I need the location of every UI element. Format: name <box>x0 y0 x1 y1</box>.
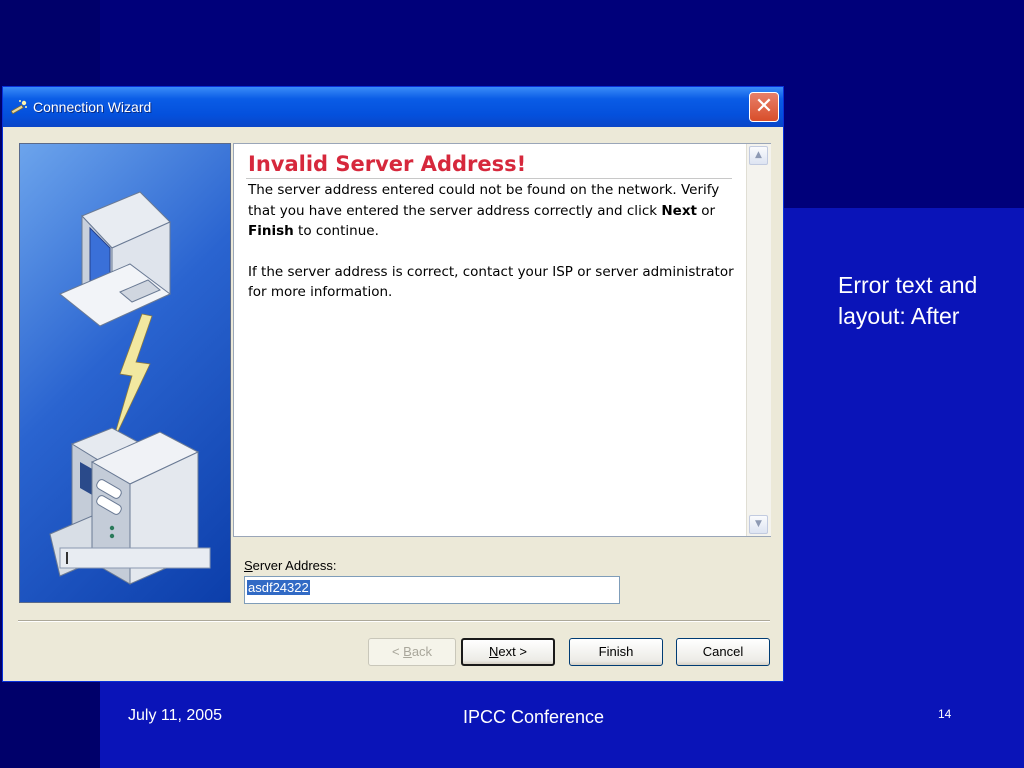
slide-event: IPCC Conference <box>463 707 605 727</box>
error-message: The server address entered could not be … <box>248 180 738 303</box>
server-address-input[interactable]: asdf24322 <box>244 576 620 604</box>
message-text: to continue. <box>293 223 379 239</box>
message-finish-emphasis: Finish <box>248 223 294 239</box>
button-divider <box>18 620 770 622</box>
cancel-button[interactable]: Cancel <box>676 638 770 666</box>
next-mnemonic: N <box>489 644 499 659</box>
message-panel: Invalid Server Address! The server addre… <box>233 143 771 537</box>
scroll-up-button[interactable]: ▲ <box>749 146 768 165</box>
label-mnemonic: S <box>244 558 253 573</box>
slide-annotation: Error text and layout: After <box>838 272 978 329</box>
finish-button[interactable]: Finish <box>569 638 663 666</box>
back-arrow: < <box>391 644 404 659</box>
message-paragraph-1: The server address entered could not be … <box>248 180 738 242</box>
next-label: ext > <box>498 644 527 659</box>
vertical-scrollbar[interactable]: ▲ ▼ <box>746 144 771 536</box>
server-address-label: Server Address: <box>244 558 337 573</box>
message-text: The server address entered could not be … <box>248 182 720 219</box>
back-button[interactable]: < Back <box>368 638 456 666</box>
window-title: Connection Wizard <box>33 99 152 115</box>
server-address-value: asdf24322 <box>247 580 310 595</box>
message-next-emphasis: Next <box>661 202 697 219</box>
heading-rule <box>246 178 732 179</box>
close-icon: ✕ <box>754 94 774 119</box>
slide-date: July 11, 2005 <box>128 707 222 724</box>
message-text: or <box>696 202 716 219</box>
back-mnemonic: B <box>403 644 412 659</box>
slide-page-number: 14 <box>938 707 952 721</box>
scroll-down-button[interactable]: ▼ <box>749 515 768 534</box>
chevron-up-icon: ▲ <box>755 150 762 160</box>
back-label: ack <box>411 644 433 659</box>
wizard-illustration-panel <box>19 143 231 603</box>
message-paragraph-2: If the server address is correct, contac… <box>248 263 734 301</box>
label-text: erver Address: <box>252 558 337 573</box>
next-button[interactable]: Next > <box>461 638 555 666</box>
wizard-wand-icon <box>10 100 27 115</box>
close-button[interactable]: ✕ <box>749 92 779 122</box>
title-bar[interactable]: Connection Wizard ✕ <box>3 87 783 127</box>
chevron-down-icon: ▼ <box>755 519 762 529</box>
error-heading: Invalid Server Address! <box>248 152 527 176</box>
computer-server-connection-icon <box>49 191 211 585</box>
